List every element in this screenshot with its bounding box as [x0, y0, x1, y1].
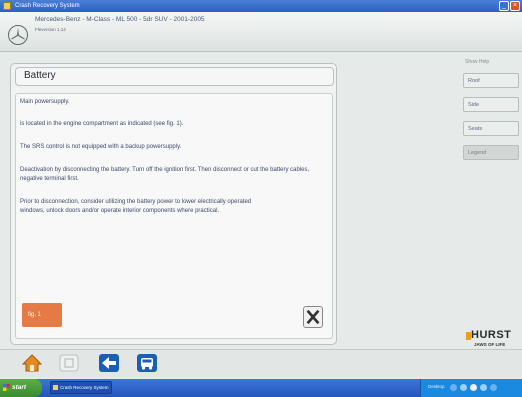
- tray-volume-icon[interactable]: [460, 384, 467, 391]
- home-icon: [21, 354, 43, 372]
- window-title-bar: Crash Recovery System _ ×: [0, 0, 522, 12]
- brand-name: HURST: [471, 329, 512, 341]
- info-paragraph: Main powersupply.: [20, 99, 70, 105]
- taskbar-app-button[interactable]: Crash Recovery System: [50, 381, 112, 394]
- info-paragraph: is located in the engine compartment as …: [20, 121, 184, 127]
- window-controls: _ ×: [499, 1, 520, 11]
- back-arrow-icon: [99, 354, 119, 372]
- tray-desktop-label: Desktop: [428, 384, 445, 389]
- vehicle-icon: [137, 354, 157, 372]
- close-panel-button[interactable]: [303, 306, 323, 328]
- back-button[interactable]: [97, 352, 121, 374]
- minimize-button[interactable]: _: [499, 1, 509, 11]
- window-title: Crash Recovery System: [15, 3, 80, 9]
- show-side-button[interactable]: Side: [463, 97, 519, 112]
- tray-battery-icon[interactable]: [490, 384, 497, 391]
- file-version: Fleversion 1.14: [35, 27, 66, 32]
- vehicle-button[interactable]: [135, 352, 159, 374]
- stop-button[interactable]: [57, 352, 81, 374]
- start-button[interactable]: start: [0, 379, 42, 397]
- tray-clock-icon[interactable]: [470, 384, 477, 391]
- show-label: Show Help: [465, 59, 490, 65]
- hurst-logo: HURST JAWS OF LIFE: [466, 329, 522, 351]
- vehicle-description: Mercedes-Benz - M-Class - ML 500 - 5dr S…: [35, 16, 205, 23]
- show-roof-button[interactable]: Roof: [463, 73, 519, 88]
- home-button[interactable]: [20, 352, 44, 374]
- tray-network-icon[interactable]: [450, 384, 457, 391]
- panel-title: Battery: [24, 70, 56, 81]
- close-x-icon: [306, 309, 320, 325]
- info-paragraph: The SRS control is not equipped with a b…: [20, 144, 182, 150]
- info-text-area: [15, 93, 333, 339]
- close-window-button[interactable]: ×: [510, 1, 520, 11]
- mercedes-star-icon: [8, 25, 28, 45]
- stop-icon: [59, 354, 79, 372]
- panel-title-box: [15, 67, 334, 86]
- figure-1-button[interactable]: fig. 1: [22, 303, 62, 327]
- show-seats-button[interactable]: Seats: [463, 121, 519, 136]
- app-icon: [3, 2, 11, 10]
- tray-display-icon[interactable]: [480, 384, 487, 391]
- brand-tagline: JAWS OF LIFE: [474, 342, 506, 347]
- info-paragraph: Deactivation by disconnecting the batter…: [20, 167, 310, 182]
- screen: Crash Recovery System _ × Mercedes-Benz …: [0, 0, 522, 397]
- show-legend-button[interactable]: Legend: [463, 145, 519, 160]
- info-paragraph: Prior to disconnection, consider utilizi…: [20, 199, 252, 214]
